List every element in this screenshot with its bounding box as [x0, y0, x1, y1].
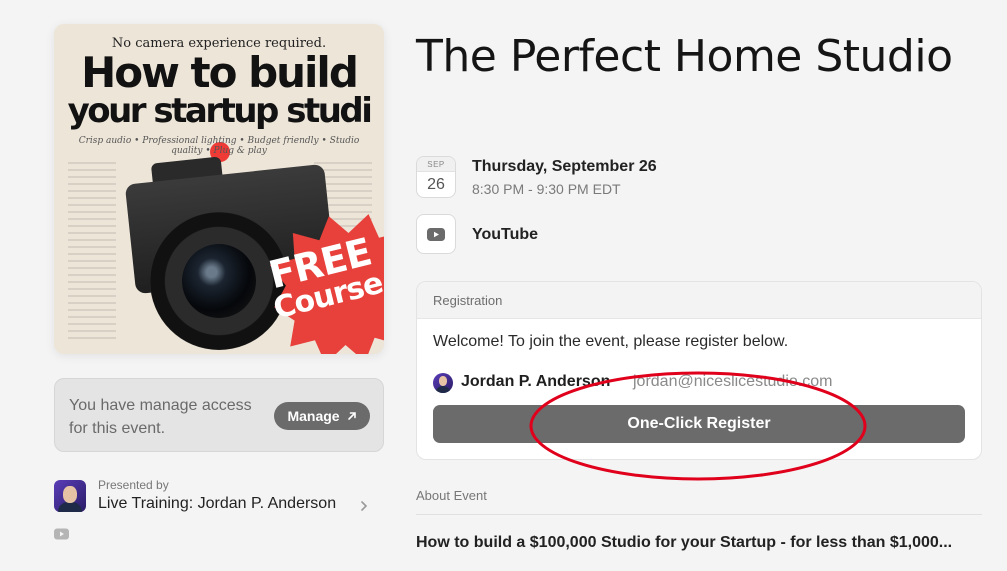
cover-text-column — [68, 162, 116, 342]
about-event-text: How to build a $100,000 Studio for your … — [416, 534, 953, 551]
arrow-up-right-icon — [347, 412, 356, 420]
calendar-icon: SEP 26 — [416, 156, 456, 198]
youtube-icon — [427, 227, 445, 241]
registration-welcome-text: Welcome! To join the event, please regis… — [433, 333, 789, 350]
registration-user: Jordan P. Anderson jordan@niceslicestudi… — [433, 372, 973, 394]
cover-headline-line2: your startup studi — [67, 91, 373, 131]
user-avatar — [433, 373, 453, 393]
manage-button-label: Manage — [287, 408, 340, 424]
event-location: YouTube — [472, 226, 539, 243]
location-badge — [416, 214, 456, 254]
registration-header: Registration — [417, 282, 981, 319]
event-time: 8:30 PM - 9:30 PM EDT — [472, 181, 621, 197]
date-day: 26 — [427, 176, 445, 193]
avatar-shirt — [58, 502, 82, 512]
event-cover-image: No camera experience required. How to bu… — [54, 24, 384, 354]
manage-access-text: You have manage access for this event. — [69, 397, 252, 437]
presenter-avatar — [54, 480, 86, 512]
user-email: jordan@niceslicestudio.com — [633, 373, 833, 390]
manage-button[interactable]: Manage — [274, 402, 370, 430]
user-name: Jordan P. Anderson — [461, 373, 611, 390]
presented-by-caption: Presented by — [98, 478, 169, 492]
one-click-register-button[interactable]: One-Click Register — [433, 405, 965, 443]
about-event-label: About Event — [416, 488, 487, 503]
avatar-shirt — [435, 386, 451, 393]
manage-access-box: You have manage access for this event. M… — [54, 378, 384, 452]
event-title: The Perfect Home Studio — [416, 31, 953, 82]
chevron-right-icon — [361, 501, 368, 511]
presenter-link[interactable]: Presented by Live Training: Jordan P. An… — [54, 478, 384, 518]
divider — [416, 514, 982, 515]
youtube-icon[interactable] — [54, 528, 69, 540]
avatar-face — [63, 486, 77, 503]
date-month: SEP — [417, 157, 455, 172]
event-date: Thursday, September 26 — [472, 158, 657, 175]
registration-card: Registration Welcome! To join the event,… — [416, 281, 982, 460]
cover-headline-line1: How to build — [81, 48, 359, 97]
avatar-face — [439, 376, 447, 386]
presenter-name: Live Training: Jordan P. Anderson — [98, 495, 337, 512]
